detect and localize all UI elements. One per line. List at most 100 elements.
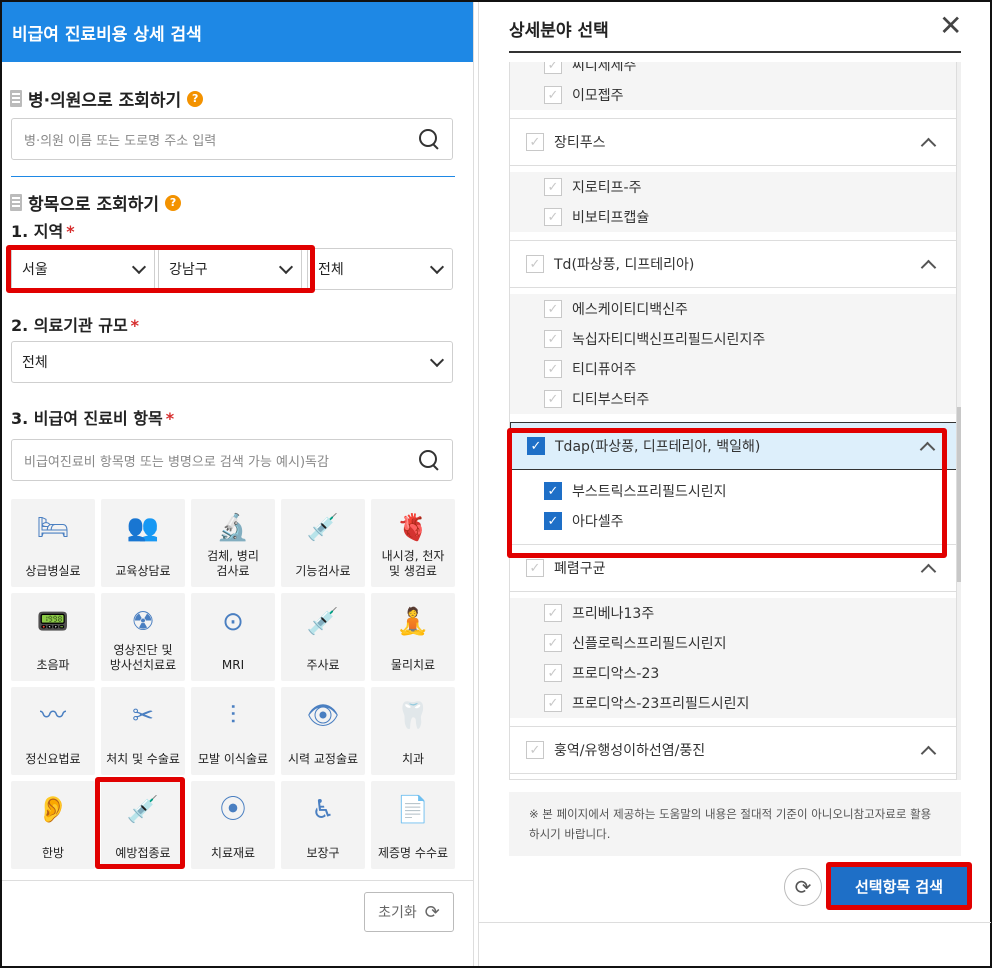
- vaccine-item-row[interactable]: ✓ 프로디악스-23프리필드시린지: [510, 688, 956, 718]
- vaccine-item-row[interactable]: ✓ 에스케이티디백신주: [510, 294, 956, 324]
- category-tile[interactable]: 💉 주사료: [281, 593, 365, 681]
- checkbox[interactable]: ✓: [544, 694, 562, 712]
- category-tile[interactable]: 💉 기능검사료: [281, 499, 365, 587]
- vaccine-group-row[interactable]: ✓ 장티푸스: [510, 118, 956, 166]
- scrollbar-thumb[interactable]: [957, 407, 961, 582]
- category-label: 예방접종료: [115, 846, 171, 860]
- close-icon[interactable]: ✕: [939, 12, 962, 40]
- item-label: 신플로릭스프리필드시린지: [572, 636, 727, 652]
- chevron-up-icon[interactable]: [920, 259, 937, 275]
- category-tile[interactable]: ☢ 영상진단 및 방사선치료료: [101, 593, 185, 681]
- help-icon[interactable]: ?: [165, 194, 182, 211]
- checkbox[interactable]: ✓: [527, 437, 545, 455]
- category-tile[interactable]: 🫀 내시경, 천자 및 생검료: [371, 499, 455, 587]
- chevron-up-icon[interactable]: [919, 441, 936, 457]
- vaccine-item-row[interactable]: ✓ 이모젭주: [510, 80, 956, 110]
- checkbox[interactable]: ✓: [544, 86, 562, 104]
- checkbox[interactable]: ✓: [544, 634, 562, 652]
- required-mark: *: [130, 316, 140, 335]
- checkbox[interactable]: ✓: [544, 62, 562, 74]
- left-header-title: 비급여 진료비용 상세 검색: [12, 24, 202, 45]
- category-tile[interactable]: 📟 초음파: [11, 593, 95, 681]
- scale-label: 2. 의료기관 규모 *: [11, 312, 139, 336]
- category-tile[interactable]: 👂 한방: [11, 781, 95, 869]
- item-label: 프로디악스-23: [572, 666, 660, 682]
- checkbox[interactable]: ✓: [526, 255, 544, 273]
- checkbox[interactable]: ✓: [526, 133, 544, 151]
- item-label-text: 3. 비급여 진료비 항목: [11, 409, 163, 428]
- category-tile[interactable]: 🔬 검체, 병리 검사료: [191, 499, 275, 587]
- vaccine-item-row[interactable]: ✓ 비보티프캡슐: [510, 202, 956, 232]
- vaccine-item-row[interactable]: ✓ 녹십자티디백신프리필드시린지주: [510, 324, 956, 354]
- item-label: 녹십자티디백신프리필드시린지주: [572, 332, 766, 348]
- vaccine-item-row[interactable]: ✓ 프로디악스-23: [510, 658, 956, 688]
- category-tile[interactable]: 〰 정신요법료: [11, 687, 95, 775]
- category-label: 처치 및 수술료: [106, 752, 180, 766]
- category-tile[interactable]: 👁 시력 교정술료: [281, 687, 365, 775]
- item-search-input[interactable]: 비급여진료비 항목명 또는 병명으로 검색 가능 예시)독감: [11, 439, 453, 481]
- scale-select[interactable]: 전체: [11, 341, 453, 383]
- category-tile[interactable]: 💉 예방접종료: [101, 781, 185, 869]
- checkbox[interactable]: ✓: [544, 330, 562, 348]
- category-tile[interactable]: 📄 제증명 수수료: [371, 781, 455, 869]
- chevron-up-icon[interactable]: [920, 563, 937, 579]
- vaccine-item-row[interactable]: ✓ 디티부스터주: [510, 384, 956, 414]
- checkbox[interactable]: ✓: [544, 604, 562, 622]
- category-tile[interactable]: 🛏 상급병실료: [11, 499, 95, 587]
- category-label: 치료재료: [210, 846, 256, 860]
- category-tile[interactable]: 🧘 물리치료: [371, 593, 455, 681]
- help-icon[interactable]: ?: [187, 90, 204, 107]
- vaccine-item-row[interactable]: ✓ 지로티프-주: [510, 172, 956, 202]
- search-selected-button[interactable]: 선택항목 검색: [829, 866, 969, 906]
- refresh-icon: ⟳: [424, 901, 440, 923]
- vaccine-group-row[interactable]: ✓ 훙역/유행성이하선염/풍진: [510, 726, 956, 774]
- checkbox[interactable]: ✓: [544, 300, 562, 318]
- category-label: 한방: [41, 846, 65, 860]
- left-search-panel: 비급여 진료비용 상세 검색 병·의원으로 조회하기 ? 병·의원 이름 또는 …: [2, 2, 474, 966]
- checkbox[interactable]: ✓: [544, 664, 562, 682]
- checkbox[interactable]: ✓: [544, 360, 562, 378]
- group-label: Td(파상풍, 디프테리아): [554, 257, 695, 273]
- vaccine-item-row[interactable]: ✓ 티디퓨어주: [510, 354, 956, 384]
- category-tile[interactable]: ✂ 처치 및 수술료: [101, 687, 185, 775]
- category-tile[interactable]: ⦿ 치료재료: [191, 781, 275, 869]
- vaccine-group-row[interactable]: ✓ 폐렴구균: [510, 544, 956, 592]
- hospital-search-input[interactable]: 병·의원 이름 또는 도로명 주소 입력: [11, 118, 453, 160]
- region-district-value: 강남구: [169, 262, 208, 278]
- category-tile[interactable]: ⊙ MRI: [191, 593, 275, 681]
- search-icon[interactable]: [418, 449, 440, 471]
- region-dong-select[interactable]: 전체: [307, 248, 453, 290]
- vaccine-item-row[interactable]: ✓ 씨디제세주: [510, 62, 956, 80]
- reset-button[interactable]: 초기화 ⟳: [364, 892, 454, 932]
- vaccine-item-row[interactable]: ✓ 신플로릭스프리필드시린지: [510, 628, 956, 658]
- checkbox[interactable]: ✓: [544, 482, 562, 500]
- vaccine-item-row[interactable]: ✓ 프리베나13주: [510, 598, 956, 628]
- checkbox[interactable]: ✓: [526, 559, 544, 577]
- region-district-select[interactable]: 강남구: [158, 248, 302, 290]
- vaccine-item-row[interactable]: ✓ 아다셀주: [510, 506, 956, 536]
- detail-list[interactable]: ✓ 씨디제세주 ✓ 이모젭주 ✓ 장티푸스 ✓ 지로티프-주 ✓ 비보티프캡슐 ✓ Td(파상풍, 디…: [509, 62, 957, 780]
- checkbox[interactable]: ✓: [544, 512, 562, 530]
- category-label: 검체, 병리 검사료: [207, 549, 259, 578]
- checkbox[interactable]: ✓: [544, 390, 562, 408]
- chevron-up-icon[interactable]: [920, 137, 937, 153]
- region-city-select[interactable]: 서울: [11, 248, 155, 290]
- vaccine-item-row[interactable]: ✓ 부스트릭스프리필드시린지: [510, 476, 956, 506]
- chevron-down-icon: [429, 352, 445, 367]
- hospital-bed-icon: 🛏: [36, 512, 70, 543]
- chevron-up-icon[interactable]: [920, 745, 937, 761]
- checkbox[interactable]: ✓: [544, 178, 562, 196]
- treatment-material-icon: ⦿: [219, 794, 246, 825]
- category-tile[interactable]: ♿ 보장구: [281, 781, 365, 869]
- vaccine-group-row[interactable]: ✓ Td(파상풍, 디프테리아): [510, 240, 956, 288]
- vaccine-group-row[interactable]: ✓ Tdap(파상풍, 디프테리아, 백일해): [510, 422, 956, 470]
- item-label: 이모젭주: [572, 88, 624, 104]
- category-tile[interactable]: ⫶ 모발 이식술료: [191, 687, 275, 775]
- category-tile[interactable]: 👥 교육상담료: [101, 499, 185, 587]
- checkbox[interactable]: ✓: [526, 741, 544, 759]
- vaccination-icon: 💉: [126, 794, 160, 825]
- refresh-button[interactable]: ⟳: [784, 868, 822, 906]
- checkbox[interactable]: ✓: [544, 208, 562, 226]
- category-tile[interactable]: 🦷 치과: [371, 687, 455, 775]
- search-icon[interactable]: [418, 128, 440, 150]
